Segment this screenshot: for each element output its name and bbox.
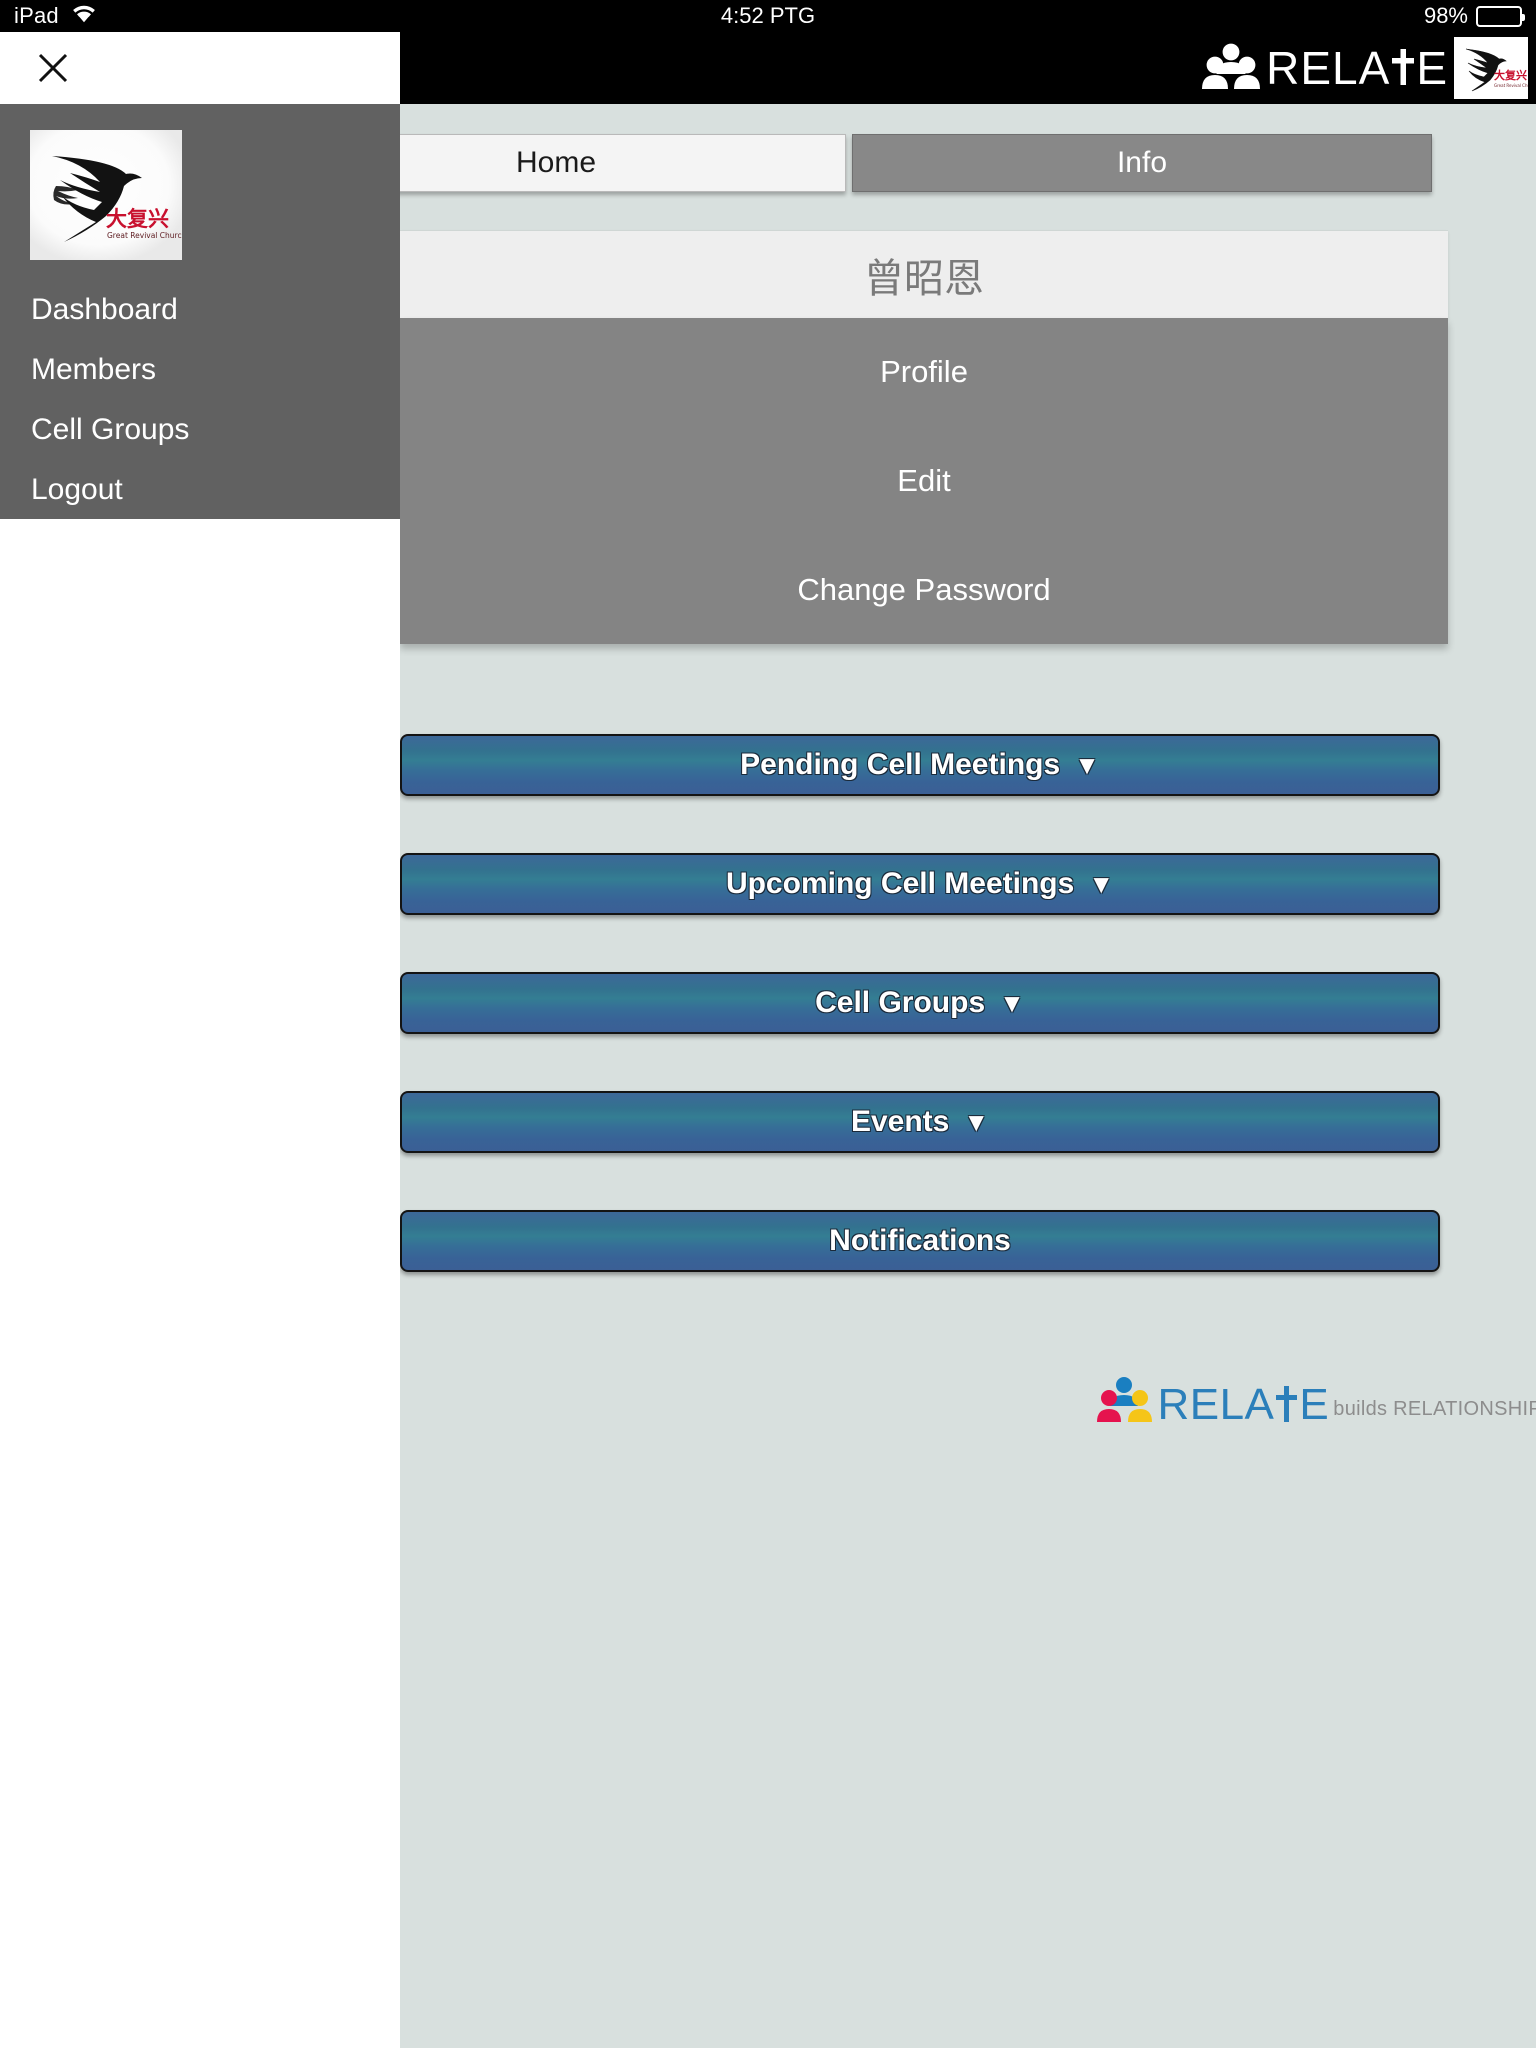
account-panel: Profile Edit Change Password <box>400 318 1448 644</box>
chevron-down-icon: ▼ <box>1074 749 1100 780</box>
upcoming-cell-meetings-button[interactable]: Upcoming Cell Meetings ▼ <box>400 853 1440 915</box>
footer-relate-logo: RELA E builds RELATIONSHIP <box>1097 1376 1536 1427</box>
svg-text:大复兴: 大复兴 <box>106 207 169 231</box>
chevron-down-icon: ▼ <box>999 987 1025 1018</box>
sidebar-item-dashboard[interactable]: Dashboard <box>0 280 400 340</box>
close-icon[interactable] <box>30 45 76 91</box>
sidebar-item-logout-label: Logout <box>31 473 123 506</box>
footer-cross-t-icon <box>1274 1383 1299 1427</box>
drawer-menu: Dashboard Members Cell Groups Logout <box>0 280 400 520</box>
notifications-button[interactable]: Notifications <box>400 1210 1440 1272</box>
footer-tagline: builds RELATIONSHIP <box>1333 1398 1536 1420</box>
pending-cell-meetings-button[interactable]: Pending Cell Meetings ▼ <box>400 734 1440 796</box>
page-title: 曾昭恩 <box>400 230 1448 318</box>
svg-text:大复兴: 大复兴 <box>1494 68 1527 82</box>
events-button[interactable]: Events ▼ <box>400 1091 1440 1153</box>
navigation-drawer: 大复兴 Great Revival Church Dashboard Membe… <box>0 104 400 2048</box>
footer-wordmark-part2: E <box>1299 1380 1330 1429</box>
tab-info-label: Info <box>1116 146 1168 179</box>
main-content: Home Info 曾昭恩 Profile Edit Change Passwo… <box>266 104 1536 2048</box>
profile-link[interactable]: Profile <box>400 318 1448 427</box>
tab-info[interactable]: Info <box>852 134 1432 192</box>
relate-wordmark-part2: E <box>1416 42 1448 94</box>
sidebar-item-cell-groups-label: Cell Groups <box>31 413 190 446</box>
footer-relate-wordmark: RELA E <box>1157 1383 1329 1427</box>
pending-cell-meetings-label: Pending Cell Meetings <box>740 748 1061 781</box>
notifications-label: Notifications <box>829 1224 1011 1257</box>
people-group-icon <box>1202 43 1261 94</box>
chevron-down-icon: ▼ <box>1088 868 1115 899</box>
sidebar-item-logout[interactable]: Logout <box>0 460 400 520</box>
user-name: 曾昭恩 <box>864 256 984 301</box>
relate-wordmark: RELA E <box>1266 41 1448 95</box>
drawer-panel: 大复兴 Great Revival Church Dashboard Membe… <box>0 104 400 519</box>
edit-link[interactable]: Edit <box>400 427 1448 536</box>
ipad-screen: iPad 4:52 PTG 98% RELA E 大复兴 Great Reviv… <box>0 0 1536 2048</box>
status-bar: iPad 4:52 PTG 98% <box>0 0 1536 32</box>
people-group-color-icon <box>1097 1376 1153 1427</box>
edit-link-label: Edit <box>897 463 951 498</box>
relate-logo: RELA E <box>1202 41 1448 95</box>
dashboard-button-list: Pending Cell Meetings ▼ Upcoming Cell Me… <box>400 734 1448 1329</box>
drawer-header <box>0 32 400 104</box>
events-label: Events <box>850 1105 950 1138</box>
cross-t-icon <box>1390 45 1416 91</box>
sidebar-item-cell-groups[interactable]: Cell Groups <box>0 400 400 460</box>
sidebar-item-members[interactable]: Members <box>0 340 400 400</box>
cell-groups-label: Cell Groups <box>815 986 986 1019</box>
relate-wordmark-part1: RELA <box>1266 42 1391 94</box>
tab-bar: Home Info <box>266 134 1432 192</box>
cell-groups-button[interactable]: Cell Groups ▼ <box>400 972 1440 1034</box>
chevron-down-icon: ▼ <box>963 1106 990 1137</box>
sidebar-item-members-label: Members <box>31 353 157 386</box>
status-bar-clock: 4:52 PTG <box>720 3 816 28</box>
footer-wordmark-part1: RELA <box>1157 1380 1275 1429</box>
sidebar-item-dashboard-label: Dashboard <box>31 293 178 326</box>
status-bar-right: 98% <box>1423 0 1525 32</box>
profile-link-label: Profile <box>880 354 968 390</box>
drawer-church-logo: 大复兴 Great Revival Church <box>30 130 182 260</box>
church-logo-header: 大复兴 Great Revival Church <box>1454 37 1528 99</box>
svg-text:Great Revival Church: Great Revival Church <box>1494 83 1528 88</box>
battery-percent-label: 98% <box>1423 3 1468 28</box>
tab-home-label: Home <box>515 146 597 179</box>
change-password-link-label: Change Password <box>797 571 1051 607</box>
svg-text:Great Revival Church: Great Revival Church <box>107 231 182 240</box>
upcoming-cell-meetings-label: Upcoming Cell Meetings <box>725 867 1075 900</box>
battery-icon <box>1476 5 1525 27</box>
change-password-link[interactable]: Change Password <box>400 535 1448 644</box>
